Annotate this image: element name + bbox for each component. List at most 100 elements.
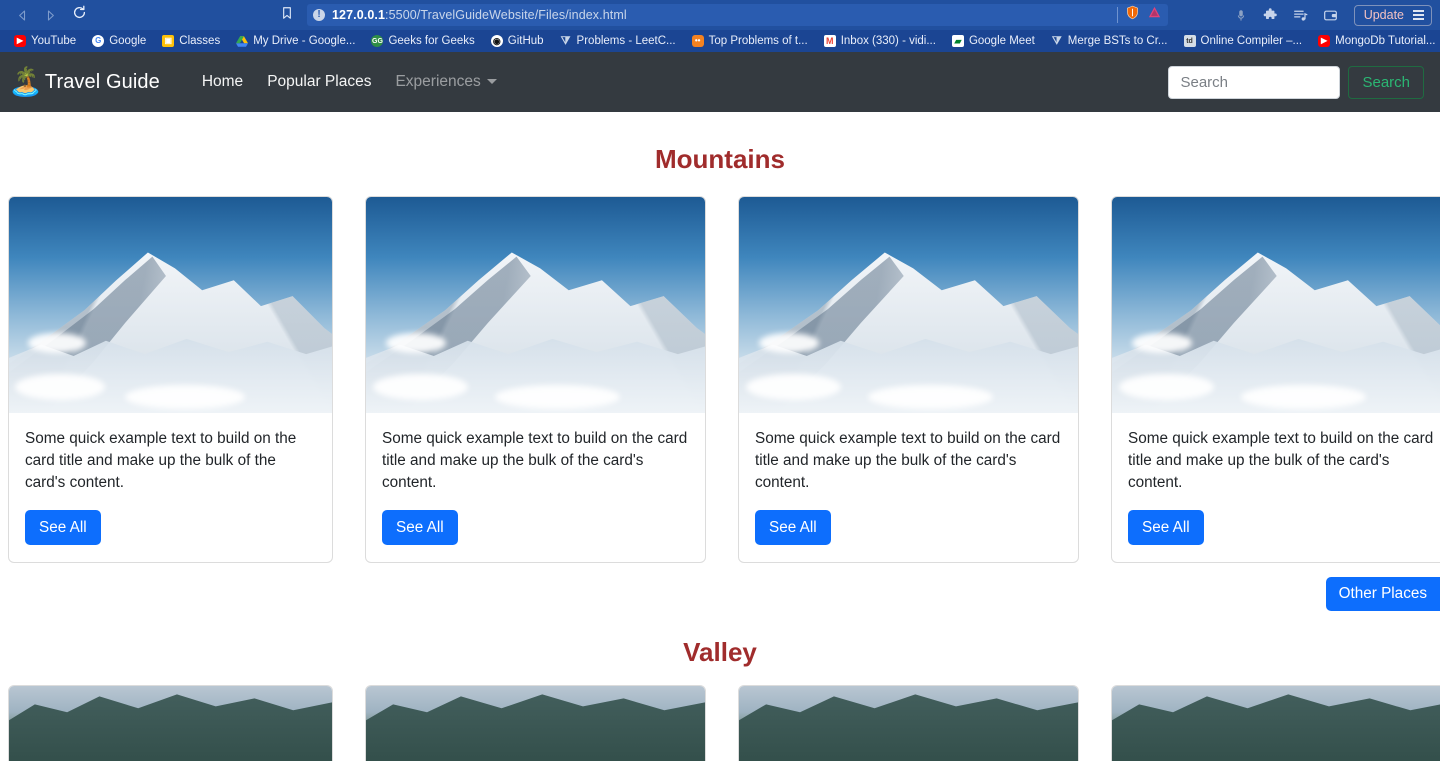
card: Some quick example text to build on the … <box>8 196 333 564</box>
nav-link-experiences[interactable]: Experiences <box>383 65 508 99</box>
card: Some quick example text to build on the … <box>365 196 706 564</box>
bookmark-label: Top Problems of t... <box>708 35 808 47</box>
card: Some quick example text to build on the … <box>738 685 1079 761</box>
snowy-mountain-photo <box>366 197 705 413</box>
bookmark-item[interactable]: ▣ Classes <box>154 31 228 51</box>
bookmark-item[interactable]: ⧩ Merge BSTs to Cr... <box>1043 31 1176 51</box>
extensions-puzzle-icon[interactable] <box>1258 3 1284 27</box>
google-icon: G <box>92 35 105 47</box>
card: Some quick example text to build on the … <box>738 196 1079 564</box>
card-body: Some quick example text to build on the … <box>1112 413 1440 562</box>
leo-ai-icon[interactable] <box>1228 3 1254 27</box>
card-row-mountains: Some quick example text to build on the … <box>0 196 1440 564</box>
bookmark-icon <box>280 6 294 25</box>
primary-nav: Home Popular Places Experiences <box>190 65 509 99</box>
bookmark-item[interactable]: td Online Compiler –... <box>1176 31 1311 51</box>
search-button[interactable]: Search <box>1348 65 1424 99</box>
card: Some quick example text to build on the … <box>1111 685 1440 761</box>
site-navbar: 🏝️ Travel Guide Home Popular Places Expe… <box>0 52 1440 112</box>
bookmark-item[interactable]: My Drive - Google... <box>228 31 363 51</box>
address-bar[interactable]: ! 127.0.0.1:5500/TravelGuideWebsite/File… <box>307 4 1168 26</box>
snowy-mountain-photo <box>1112 197 1440 413</box>
section-heading-valley: Valley <box>683 637 757 668</box>
bookmarks-bar: ▶ YouTube G Google ▣ Classes My Drive - Goo… <box>0 30 1440 52</box>
island-palm-tree-icon: 🏝️ <box>8 66 43 97</box>
google-meet-icon: ▰ <box>951 35 964 47</box>
playlist-icon[interactable] <box>1288 3 1314 27</box>
card: Some quick example text to build on the … <box>1111 196 1440 564</box>
browser-toolbar-actions: Update <box>1228 3 1432 27</box>
page-viewport: 🏝️ Travel Guide Home Popular Places Expe… <box>0 52 1440 761</box>
google-drive-icon <box>236 35 249 47</box>
card-body: Some quick example text to build on the … <box>366 413 705 562</box>
other-places-row: Other Places <box>0 577 1440 612</box>
bookmark-item[interactable]: ⧩ Problems - LeetC... <box>552 31 684 51</box>
bookmark-item[interactable]: M Inbox (330) - vidi... <box>816 31 944 51</box>
url-path: :5500/TravelGuideWebsite/Files/index.htm… <box>385 8 627 22</box>
tutorialspoint-icon: td <box>1183 35 1196 47</box>
bookmark-item[interactable]: •• Top Problems of t... <box>684 31 816 51</box>
toolbar-divider <box>1116 7 1118 23</box>
update-button[interactable]: Update <box>1353 4 1432 26</box>
bookmark-label: Geeks for Geeks <box>388 35 475 47</box>
orange-doc-icon: •• <box>691 35 704 47</box>
youtube-icon: ▶ <box>1318 35 1331 47</box>
google-classroom-icon: ▣ <box>162 35 175 47</box>
bookmark-item[interactable]: ◉ GitHub <box>483 31 552 51</box>
brave-shields-icon[interactable] <box>1125 5 1140 25</box>
bookmark-item[interactable]: GG Geeks for Geeks <box>363 31 482 51</box>
snowy-mountain-photo <box>739 197 1078 413</box>
brand-name: Travel Guide <box>44 70 160 93</box>
see-all-button[interactable]: See All <box>755 509 831 546</box>
bookmark-item[interactable]: G Google <box>84 31 154 51</box>
geeksforgeeks-icon: GG <box>371 35 384 47</box>
url-host: 127.0.0.1 <box>332 8 386 22</box>
card-body: Some quick example text to build on the … <box>739 413 1078 562</box>
bookmark-label: My Drive - Google... <box>253 35 356 47</box>
url-text: 127.0.0.1:5500/TravelGuideWebsite/Files/… <box>332 8 627 22</box>
forward-button[interactable] <box>36 3 64 27</box>
bookmark-label: Problems - LeetC... <box>576 35 676 47</box>
browser-chrome: ! 127.0.0.1:5500/TravelGuideWebsite/File… <box>0 0 1440 52</box>
reload-button[interactable] <box>64 3 94 27</box>
youtube-icon: ▶ <box>14 35 26 47</box>
bookmark-label: Google <box>109 35 147 47</box>
address-bar-actions <box>1109 5 1162 25</box>
bookmark-item[interactable]: ▶ MongoDb Tutorial... <box>1310 31 1440 51</box>
chevron-down-icon <box>486 79 497 84</box>
card-body: Some quick example text to build on the … <box>9 413 332 562</box>
bookmark-label: Online Compiler –... <box>1200 35 1303 47</box>
back-arrow-icon <box>16 9 29 22</box>
back-button[interactable] <box>8 3 36 27</box>
site-info-icon[interactable]: ! <box>313 9 325 21</box>
browser-menu-icon[interactable] <box>1413 10 1424 20</box>
leetcode-icon: ⧩ <box>1051 35 1062 47</box>
bookmark-label: Classes <box>179 35 221 47</box>
bookmark-this-page-button[interactable] <box>272 3 302 27</box>
snowy-mountain-photo <box>9 197 332 413</box>
bookmark-label: Google Meet <box>968 35 1035 47</box>
brave-wallet-icon[interactable] <box>1318 3 1344 27</box>
browser-toolbar: ! 127.0.0.1:5500/TravelGuideWebsite/File… <box>0 0 1440 30</box>
search-input[interactable] <box>1168 65 1341 99</box>
nav-link-home[interactable]: Home <box>190 65 255 99</box>
see-all-button[interactable]: See All <box>1128 509 1204 546</box>
update-button-label: Update <box>1363 8 1404 22</box>
green-valley-photo <box>366 686 705 761</box>
green-valley-photo <box>1112 686 1440 761</box>
bookmark-item[interactable]: ▰ Google Meet <box>944 31 1043 51</box>
bookmark-label: YouTube <box>31 35 77 47</box>
see-all-button[interactable]: See All <box>25 509 101 546</box>
brand[interactable]: 🏝️ Travel Guide <box>8 68 160 96</box>
green-valley-photo <box>9 686 332 761</box>
bookmark-label: Inbox (330) - vidi... <box>840 35 936 47</box>
card-row-valley: Some quick example text to build on the … <box>0 685 1440 761</box>
github-icon: ◉ <box>490 35 503 47</box>
bookmark-item[interactable]: ▶ YouTube <box>6 31 84 51</box>
brave-rewards-icon[interactable] <box>1147 5 1162 25</box>
other-places-button[interactable]: Other Places <box>1325 577 1440 612</box>
green-valley-photo <box>739 686 1078 761</box>
see-all-button[interactable]: See All <box>382 509 458 546</box>
nav-link-popular-places[interactable]: Popular Places <box>255 65 383 99</box>
bookmark-label: MongoDb Tutorial... <box>1335 35 1436 47</box>
